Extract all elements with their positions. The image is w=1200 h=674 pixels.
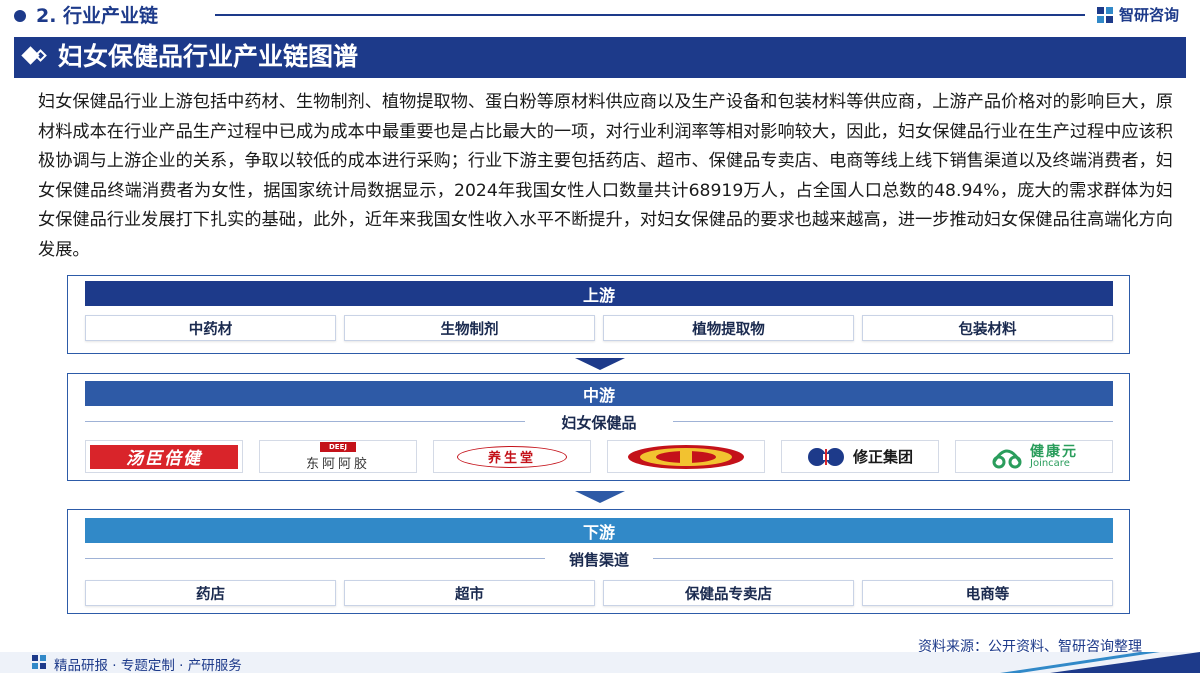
company-logo-card: DEEJ 东阿阿胶 (259, 440, 417, 473)
upstream-header: 上游 (85, 281, 1113, 306)
upstream-items: 中药材 生物制剂 植物提取物 包装材料 (85, 315, 1113, 341)
company-logos: 汤臣倍健 DEEJ 东阿阿胶 养生堂 修正集团 健康元 Joincare (85, 440, 1113, 473)
company-logo-text: 健康元 (1030, 443, 1078, 460)
company-logo-text: 养生堂 (487, 451, 536, 466)
company-logo-card: 健康元 Joincare (955, 440, 1113, 473)
downstream-subtitle: 销售渠道 (568, 551, 629, 569)
upstream-item: 包装材料 (862, 315, 1113, 341)
company-logo-text: 修正集团 (852, 448, 913, 466)
company-logo-card: 修正集团 (781, 440, 939, 473)
brand-logo: 智研咨询 (1096, 4, 1179, 25)
joincare-mark-icon (992, 449, 1022, 468)
downstream-item: 电商等 (862, 580, 1113, 606)
upstream-item: 中药材 (85, 315, 336, 341)
downstream-header: 下游 (85, 518, 1113, 543)
emblem-logo-icon (628, 444, 744, 469)
down-arrow-icon (575, 358, 625, 370)
brand-name: 智研咨询 (1119, 6, 1180, 24)
deej-seal-icon: DEEJ (320, 441, 356, 452)
deej-seal-text: DEEJ (329, 442, 347, 451)
page-title: 妇女保健品行业产业链图谱 (58, 42, 359, 71)
company-logo-text: 东阿阿胶 (305, 456, 370, 472)
upstream-item: 植物提取物 (603, 315, 854, 341)
company-logo-subtext: Joincare (1030, 457, 1070, 469)
section-bullet-icon (14, 10, 26, 22)
company-logo-card: 汤臣倍健 (85, 440, 243, 473)
footer-services: 精品研报 · 专题定制 · 产研服务 (54, 658, 242, 674)
brand-mark-icon (1097, 6, 1113, 23)
section-label: 2. 行业产业链 (36, 5, 159, 27)
downstream-item: 超市 (344, 580, 595, 606)
company-logo-card (607, 440, 765, 473)
down-arrow-icon (575, 491, 625, 503)
joincare-text-group: 健康元 Joincare (1030, 445, 1078, 469)
downstream-items: 药店 超市 保健品专卖店 电商等 (85, 580, 1113, 606)
footer-brand-icon (32, 655, 46, 669)
xiuzheng-mark-icon (807, 447, 844, 466)
company-logo-text: 汤臣倍健 (126, 449, 202, 469)
yst-logo-oval: 养生堂 (457, 445, 567, 468)
midstream-subtitle: 妇女保健品 (561, 414, 637, 432)
downstream-item: 药店 (85, 580, 336, 606)
downstream-item: 保健品专卖店 (603, 580, 854, 606)
header-rule (215, 14, 1085, 16)
description-paragraph: 妇女保健品行业上游包括中药材、生物制剂、植物提取物、蛋白粉等原材料供应商以及生产… (38, 92, 1173, 260)
company-logo-card: 养生堂 (433, 440, 591, 473)
midstream-header: 中游 (85, 381, 1113, 406)
upstream-item: 生物制剂 (344, 315, 595, 341)
tomson-logo: 汤臣倍健 (90, 444, 238, 469)
